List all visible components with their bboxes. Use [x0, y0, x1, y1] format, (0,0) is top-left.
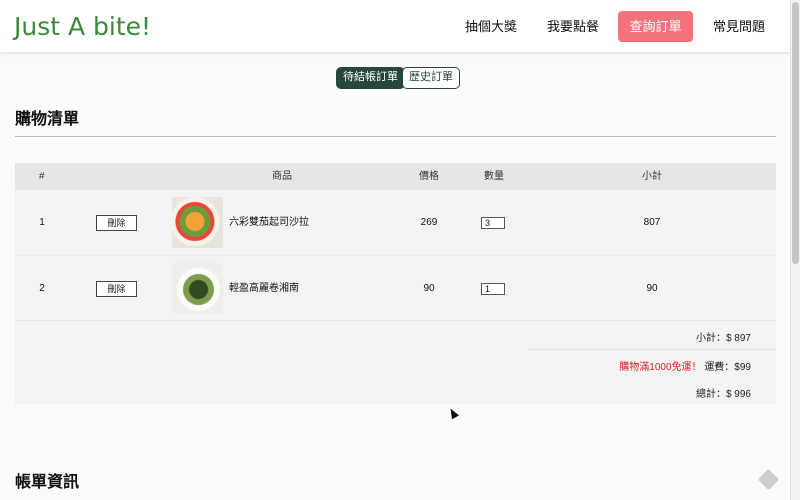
product-name: 六彩雙茄起司沙拉	[229, 217, 309, 228]
nav-faq[interactable]: 常見問題	[706, 11, 772, 42]
billing-title: 帳單資訊	[15, 474, 80, 491]
cart-table: # 商品 價格 數量 小計 1 刪除 六彩雙茄起司沙拉 269 3 807 2 …	[15, 163, 776, 404]
nav-order[interactable]: 我要點餐	[540, 11, 606, 42]
row-number: 2	[39, 283, 45, 294]
summary-divider	[528, 349, 776, 350]
section-divider	[15, 136, 776, 137]
tab-order-history[interactable]: 歷史訂單	[402, 67, 460, 89]
nav-lottery[interactable]: 抽個大獎	[458, 11, 524, 42]
header-num: #	[39, 171, 45, 182]
row-number: 1	[39, 217, 45, 228]
top-navbar: Just A bite! 抽個大獎 我要點餐 查詢訂單 常見問題	[0, 0, 790, 52]
free-shipping-promo: 購物滿1000免運！	[619, 362, 702, 373]
table-row: 2 刪除 輕盈高麗卷湘南 90 1 90	[15, 255, 776, 320]
row-subtotal: 90	[646, 283, 658, 294]
quantity-input[interactable]: 3	[481, 217, 505, 229]
product-thumbnail	[172, 197, 223, 248]
cart-title: 購物清單	[15, 111, 80, 128]
product-name: 輕盈高麗卷湘南	[229, 283, 299, 294]
delete-button[interactable]: 刪除	[96, 215, 137, 231]
summary-total: 總計：$ 996	[695, 389, 751, 400]
table-header: # 商品 價格 數量 小計	[15, 163, 776, 190]
shipping-fee: 運費：$99	[704, 362, 751, 373]
table-row: 1 刪除 六彩雙茄起司沙拉 269 3 807	[15, 190, 776, 255]
mouse-cursor-icon	[447, 406, 459, 420]
product-price: 269	[420, 217, 438, 228]
brand-logo[interactable]: Just A bite!	[14, 12, 151, 41]
header-subtotal: 小計	[642, 171, 662, 182]
row-subtotal: 807	[643, 217, 661, 228]
quantity-input[interactable]: 1	[481, 283, 505, 295]
summary-subtotal: 小計：$ 897	[695, 333, 751, 344]
header-qty: 數量	[484, 171, 504, 182]
page-scrollbar[interactable]	[790, 0, 800, 500]
scrollbar-thumb[interactable]	[792, 2, 799, 264]
summary-shipping-line: 購物滿1000免運！ 運費：$99	[619, 358, 751, 373]
delete-button[interactable]: 刪除	[96, 281, 137, 297]
product-thumbnail	[172, 263, 223, 314]
product-price: 90	[423, 283, 435, 294]
header-price: 價格	[419, 171, 439, 182]
header-product: 商品	[272, 171, 292, 182]
cart-summary: 小計：$ 897 購物滿1000免運！ 運費：$99 總計：$ 996	[15, 320, 776, 404]
tab-pending-orders[interactable]: 待結帳訂單	[336, 67, 405, 89]
nav-query-orders[interactable]: 查詢訂單	[618, 11, 693, 42]
back-to-top-icon[interactable]	[757, 468, 780, 491]
